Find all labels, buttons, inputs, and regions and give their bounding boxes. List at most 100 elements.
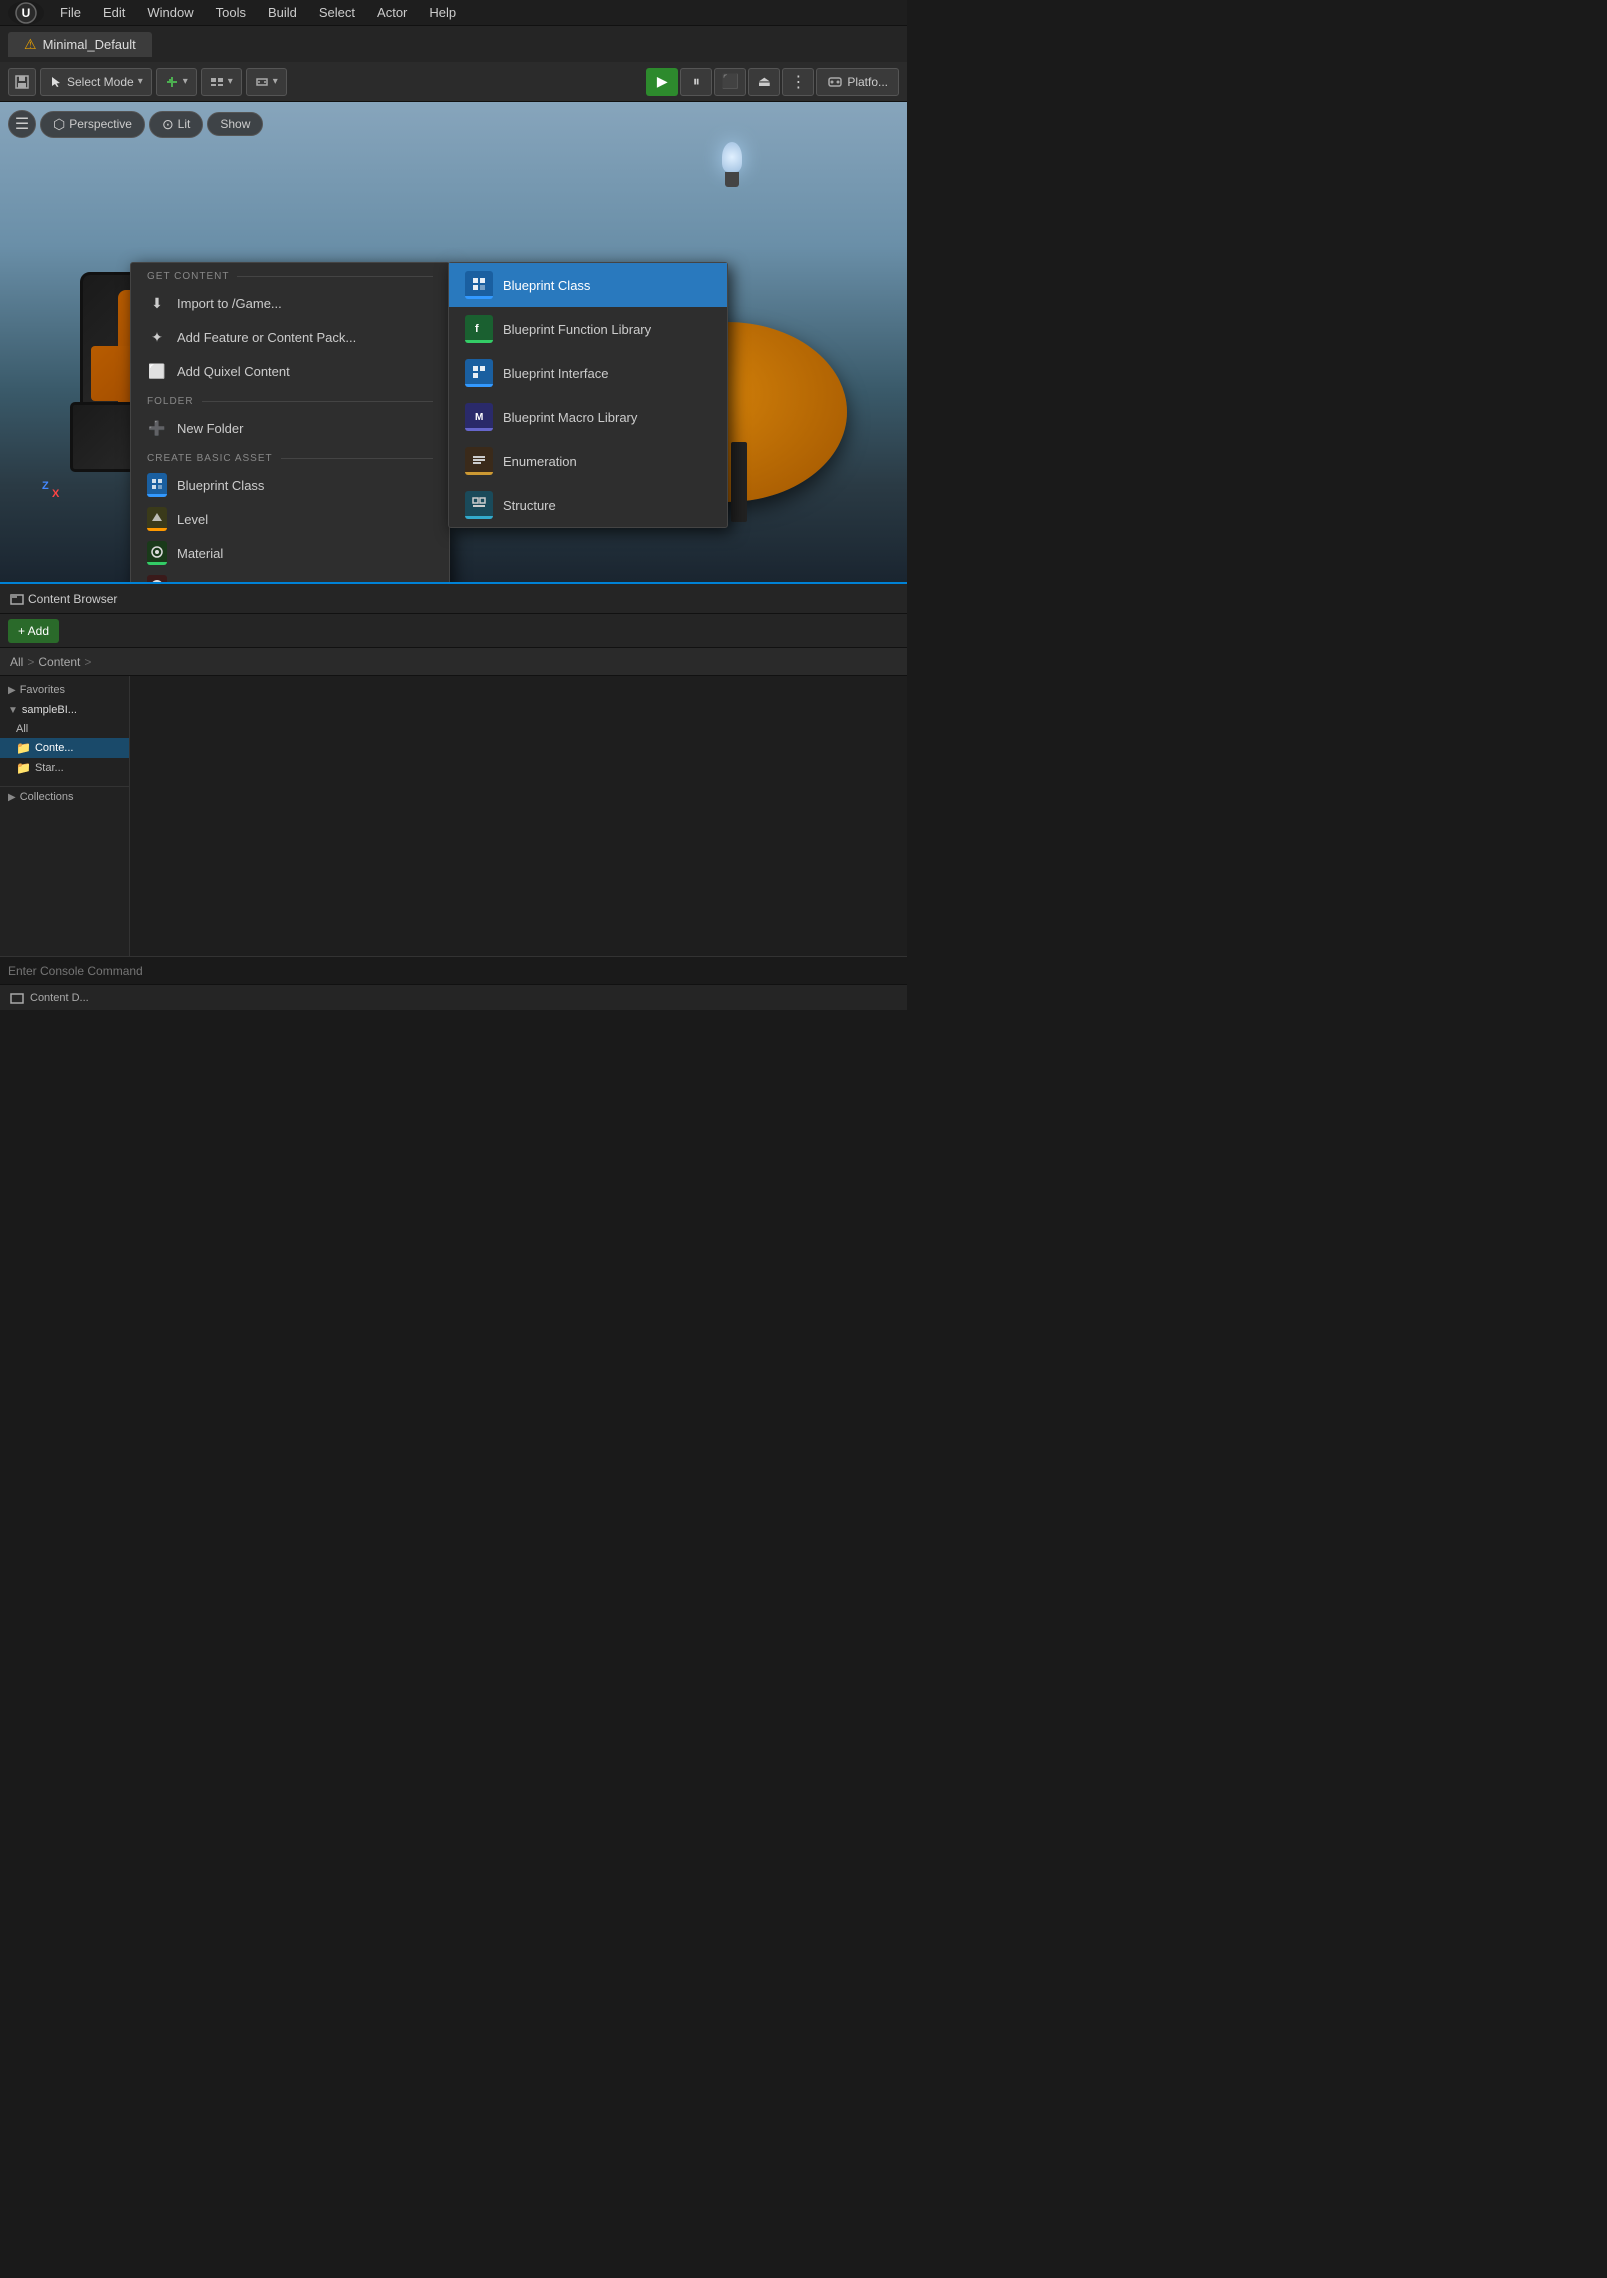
add-feature-item[interactable]: ✦ Add Feature or Content Pack... bbox=[131, 320, 449, 354]
svg-text:f: f bbox=[475, 323, 479, 335]
content-browser-area: Content Browser + Add All > Content > ▶ … bbox=[0, 582, 907, 984]
level-label: Level bbox=[177, 512, 208, 527]
sample-label: sampleBI... bbox=[22, 704, 77, 716]
show-label: Show bbox=[220, 117, 250, 131]
stop-button[interactable]: ⬛ bbox=[714, 68, 746, 96]
bulb-body bbox=[722, 142, 742, 172]
viewport[interactable]: ☰ ⬡ Perspective ⊙ Lit Show Z X GE bbox=[0, 102, 907, 582]
bp-class-submenu-item[interactable]: Blueprint Class bbox=[449, 263, 727, 307]
play-controls: ▶ ⏸ ⬛ ⏏ ⋮ Platfo... bbox=[646, 68, 899, 96]
add-feature-icon: ✦ bbox=[147, 327, 167, 347]
pause-button[interactable]: ⏸ bbox=[680, 68, 712, 96]
perspective-button[interactable]: ⬡ Perspective bbox=[40, 111, 145, 138]
menu-build[interactable]: Build bbox=[258, 3, 307, 22]
starter-folder-icon: 📁 bbox=[16, 761, 31, 775]
breadcrumb-content[interactable]: Content bbox=[38, 655, 80, 669]
show-button[interactable]: Show bbox=[207, 112, 263, 136]
favorites-section[interactable]: ▶ Favorites bbox=[0, 680, 129, 700]
menu-select[interactable]: Select bbox=[309, 3, 365, 22]
enumeration-submenu-label: Enumeration bbox=[503, 454, 577, 469]
breadcrumb-all[interactable]: All bbox=[10, 655, 23, 669]
project-name: Minimal_Default bbox=[43, 37, 136, 52]
bp-class-submenu-icon bbox=[465, 271, 493, 299]
axis-indicator: Z X bbox=[20, 452, 70, 502]
svg-text:M: M bbox=[475, 412, 483, 423]
content-browser-breadcrumb: All > Content > bbox=[0, 648, 907, 676]
content-tree-item[interactable]: 📁 Conte... bbox=[0, 738, 129, 758]
lit-button[interactable]: ⊙ Lit bbox=[149, 111, 203, 138]
material-item[interactable]: Material bbox=[131, 536, 449, 570]
light-bulb bbox=[717, 142, 747, 202]
perspective-label: Perspective bbox=[69, 117, 132, 131]
title-bar: ⚠ Minimal_Default bbox=[0, 26, 907, 62]
cinematic-button[interactable]: ▾ bbox=[246, 68, 287, 96]
content-label: Conte... bbox=[35, 742, 74, 754]
menu-help[interactable]: Help bbox=[419, 3, 466, 22]
bp-class-submenu-label: Blueprint Class bbox=[503, 278, 590, 293]
collections-section[interactable]: ▶ Collections bbox=[0, 787, 129, 807]
blueprints-submenu: Blueprint Class f Blueprint Function Lib… bbox=[448, 262, 728, 528]
favorites-expand-arrow: ▶ bbox=[8, 685, 16, 696]
bp-iface-submenu-label: Blueprint Interface bbox=[503, 366, 609, 381]
niagara-icon bbox=[147, 577, 167, 582]
menu-file[interactable]: File bbox=[50, 3, 91, 22]
bp-iface-submenu-item[interactable]: Blueprint Interface bbox=[449, 351, 727, 395]
blueprint-class-item[interactable]: Blueprint Class bbox=[131, 468, 449, 502]
select-mode-dropdown-arrow: ▾ bbox=[138, 76, 143, 87]
play-button[interactable]: ▶ bbox=[646, 68, 678, 96]
niagara-item[interactable]: Niagara System bbox=[131, 570, 449, 582]
material-icon bbox=[147, 543, 167, 563]
create-basic-header: CREATE BASIC ASSET bbox=[131, 445, 449, 468]
level-item[interactable]: Level bbox=[131, 502, 449, 536]
structure-submenu-item[interactable]: Structure bbox=[449, 483, 727, 527]
eject-button[interactable]: ⏏ bbox=[748, 68, 780, 96]
console-input[interactable] bbox=[8, 964, 899, 978]
bp-func-submenu-label: Blueprint Function Library bbox=[503, 322, 651, 337]
menu-tools[interactable]: Tools bbox=[206, 3, 256, 22]
content-browser-body: ▶ Favorites ▼ sampleBI... All 📁 Conte...… bbox=[0, 676, 907, 956]
project-tab[interactable]: ⚠ Minimal_Default bbox=[8, 32, 152, 57]
content-browser-main[interactable] bbox=[130, 676, 907, 956]
unreal-logo[interactable]: U bbox=[8, 1, 44, 25]
new-folder-item[interactable]: ➕ New Folder bbox=[131, 411, 449, 445]
enumeration-submenu-item[interactable]: Enumeration bbox=[449, 439, 727, 483]
select-mode-button[interactable]: Select Mode ▾ bbox=[40, 68, 152, 96]
sample-section[interactable]: ▼ sampleBI... bbox=[0, 700, 129, 720]
import-game-item[interactable]: ⬇ Import to /Game... bbox=[131, 286, 449, 320]
mode-button[interactable]: ▾ bbox=[201, 68, 242, 96]
add-content-btn[interactable]: + Add bbox=[8, 619, 59, 643]
add-quixel-item[interactable]: ⬜ Add Quixel Content bbox=[131, 354, 449, 388]
content-folder-icon: 📁 bbox=[16, 741, 31, 755]
new-folder-icon: ➕ bbox=[147, 418, 167, 438]
content-browser-sidebar: ▶ Favorites ▼ sampleBI... All 📁 Conte...… bbox=[0, 676, 130, 956]
menu-edit[interactable]: Edit bbox=[93, 3, 135, 22]
platform-button[interactable]: Platfo... bbox=[816, 68, 899, 96]
menu-bar: U File Edit Window Tools Build Select Ac… bbox=[0, 0, 907, 26]
more-button[interactable]: ⋮ bbox=[782, 68, 814, 96]
context-menu: GET CONTENT ⬇ Import to /Game... ✦ Add F… bbox=[130, 262, 450, 582]
menu-window[interactable]: Window bbox=[137, 3, 203, 22]
add-content-button[interactable]: ▾ bbox=[156, 68, 197, 96]
level-icon bbox=[147, 509, 167, 529]
niagara-label: Niagara System bbox=[177, 580, 269, 583]
structure-submenu-label: Structure bbox=[503, 498, 556, 513]
all-label: All bbox=[16, 723, 28, 735]
get-content-header: GET CONTENT bbox=[131, 263, 449, 286]
import-label: Import to /Game... bbox=[177, 296, 282, 311]
blueprint-class-label: Blueprint Class bbox=[177, 478, 264, 493]
blueprint-class-icon bbox=[147, 475, 167, 495]
save-button[interactable] bbox=[8, 68, 36, 96]
bp-func-submenu-item[interactable]: f Blueprint Function Library bbox=[449, 307, 727, 351]
content-browser: Content Browser + Add All > Content > ▶ … bbox=[0, 584, 907, 984]
starter-tree-item[interactable]: 📁 Star... bbox=[0, 758, 129, 778]
perspective-icon: ⬡ bbox=[53, 116, 65, 133]
new-folder-label: New Folder bbox=[177, 421, 243, 436]
breadcrumb-sep2: > bbox=[84, 655, 91, 669]
content-drawer-tab[interactable]: Content D... bbox=[0, 984, 907, 1010]
all-tree-item[interactable]: All bbox=[0, 720, 129, 738]
menu-actor[interactable]: Actor bbox=[367, 3, 417, 22]
viewport-menu-button[interactable]: ☰ bbox=[8, 110, 36, 138]
table-leg bbox=[731, 442, 747, 522]
bp-macro-submenu-item[interactable]: M Blueprint Macro Library bbox=[449, 395, 727, 439]
content-drawer-label: Content D... bbox=[30, 992, 89, 1004]
